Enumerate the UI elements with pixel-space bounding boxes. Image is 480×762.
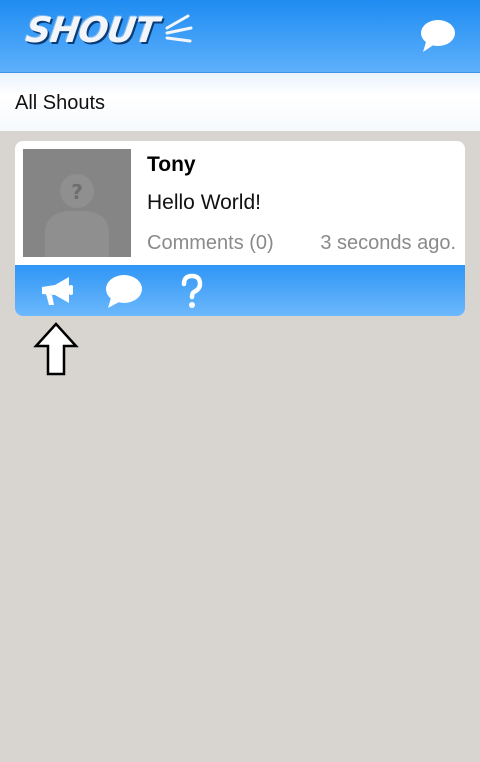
logo-text: SHOUT — [23, 11, 161, 51]
app-header: SHOUT — [0, 0, 480, 73]
shout-card[interactable]: ? Tony Hello World! Comments (0) 3 secon… — [15, 141, 465, 316]
shout-message: Hello World! — [147, 191, 261, 214]
section-title: All Shouts — [15, 92, 106, 114]
speech-bubble-icon[interactable] — [105, 273, 143, 309]
comments-link[interactable]: Comments (0) — [147, 232, 274, 255]
shout-action-bar — [15, 265, 465, 316]
megaphone-icon[interactable] — [37, 273, 75, 309]
svg-text:?: ? — [71, 180, 83, 204]
pointer-arrow-icon — [33, 322, 79, 376]
shout-lines-icon — [165, 14, 193, 42]
shout-author[interactable]: Tony — [147, 153, 196, 177]
section-header: All Shouts — [0, 73, 480, 131]
speech-bubble-icon[interactable] — [420, 18, 456, 54]
app-logo: SHOUT — [23, 11, 194, 51]
default-avatar-icon: ? — [23, 149, 131, 257]
shout-timestamp: 3 seconds ago. — [320, 232, 456, 254]
question-icon[interactable] — [173, 273, 211, 309]
